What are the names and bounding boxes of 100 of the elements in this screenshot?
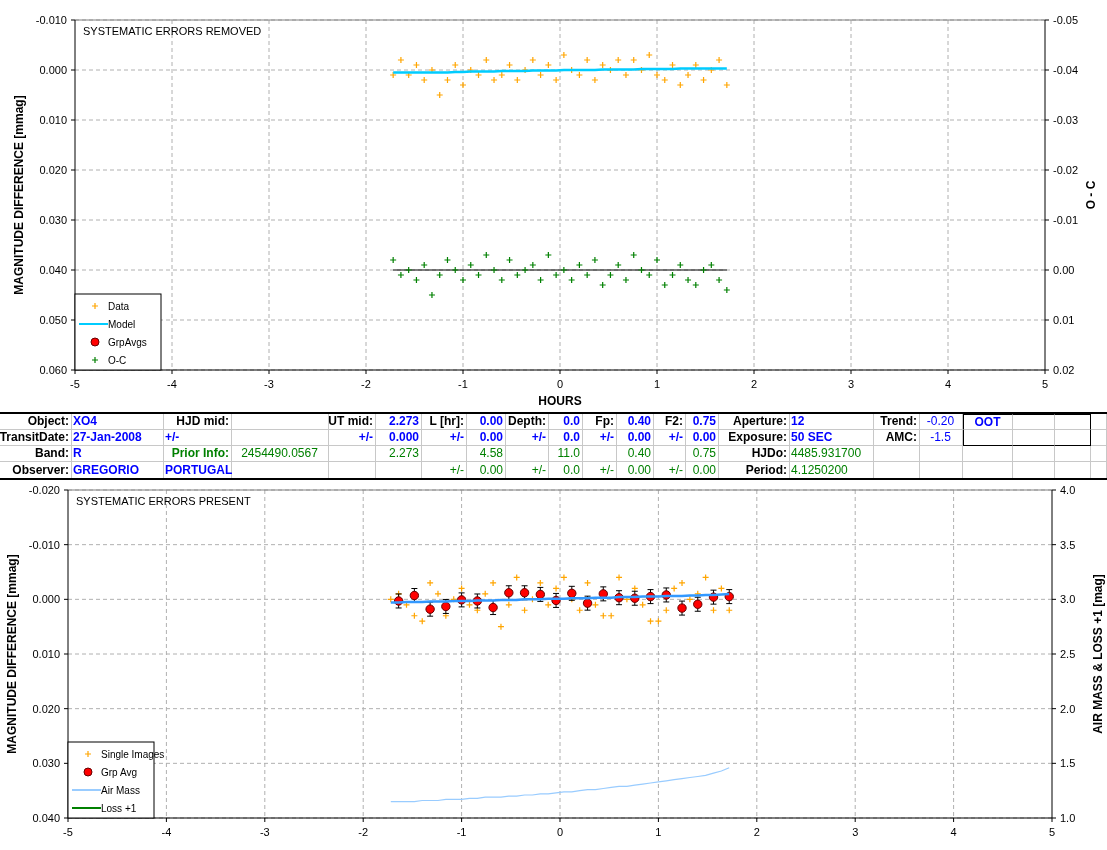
field-value: 4.58 bbox=[467, 446, 506, 462]
tick-label: 1 bbox=[655, 826, 662, 838]
tick-label: -5 bbox=[70, 378, 80, 390]
tick-label: 3.0 bbox=[1060, 593, 1076, 606]
field-value: 0.40 bbox=[617, 446, 654, 462]
field-label: Trend: bbox=[874, 414, 920, 430]
axis-title: MAGNITUDE DIFFERENCE [mmag] bbox=[5, 554, 19, 754]
field-label: F2: bbox=[654, 414, 686, 430]
tick-label: 0.01 bbox=[1053, 314, 1075, 326]
field-value: +/- bbox=[583, 430, 617, 446]
tick-label: 0.010 bbox=[32, 648, 60, 660]
field-label: HJD mid: bbox=[164, 414, 232, 430]
field-value: 0.00 bbox=[467, 414, 506, 430]
chart-title: SYSTEMATIC ERRORS REMOVED bbox=[83, 25, 262, 37]
tick-label: -1 bbox=[458, 378, 468, 390]
axis-title: O - C bbox=[1084, 180, 1098, 210]
tick-label: -0.04 bbox=[1053, 64, 1079, 76]
field-label: L [hr]: bbox=[422, 414, 467, 430]
field-value: -0.20 bbox=[920, 414, 963, 430]
legend-label: Model bbox=[108, 319, 136, 330]
tick-label: -2 bbox=[358, 826, 369, 838]
legend-label: Air Mass bbox=[101, 785, 140, 796]
tick-label: 3 bbox=[847, 378, 855, 390]
field-value: +/- bbox=[164, 430, 232, 446]
tick-label: 0 bbox=[556, 378, 564, 390]
field-value: 0.00 bbox=[467, 462, 506, 478]
field-label: Prior Info: bbox=[164, 446, 232, 462]
tick-label: 0.030 bbox=[39, 214, 67, 226]
field-value: +/- bbox=[506, 430, 549, 446]
field-value: +/- bbox=[422, 430, 467, 446]
tick-label: 3.5 bbox=[1060, 538, 1076, 551]
field-label: Observer: bbox=[0, 462, 72, 478]
field-value: +/- bbox=[329, 430, 376, 446]
tick-label: 0.040 bbox=[39, 264, 67, 276]
field-value: 2454490.0567 bbox=[232, 446, 329, 462]
tick-label: 4 bbox=[944, 378, 952, 390]
tick-label: 0.000 bbox=[32, 593, 60, 606]
tick-label: 4 bbox=[950, 826, 957, 838]
tick-label: -0.010 bbox=[28, 538, 60, 551]
tick-label: 2 bbox=[753, 826, 760, 838]
tick-label: -3 bbox=[264, 378, 274, 390]
field-value: 4485.931700 bbox=[790, 446, 874, 462]
field-value: PORTUGAL bbox=[164, 462, 232, 478]
tick-label: 2.0 bbox=[1060, 702, 1076, 715]
field-value: +/- bbox=[654, 430, 686, 446]
field-value: 0.00 bbox=[617, 430, 654, 446]
field-value: XO4 bbox=[72, 414, 164, 430]
tick-label: 4.0 bbox=[1060, 484, 1076, 496]
tick-label: -0.010 bbox=[35, 14, 67, 26]
legend-label: O-C bbox=[108, 355, 127, 366]
tick-label: 0.000 bbox=[39, 64, 67, 76]
field-value: 0.00 bbox=[617, 462, 654, 478]
tick-label: 0.050 bbox=[39, 314, 67, 326]
chart-title: SYSTEMATIC ERRORS PRESENT bbox=[76, 495, 251, 507]
field-label: TransitDate: bbox=[0, 430, 72, 446]
legend-label: GrpAvgs bbox=[108, 337, 147, 348]
tick-label: -2 bbox=[361, 378, 371, 390]
tick-label: 0.00 bbox=[1053, 264, 1075, 276]
field-value: 2.273 bbox=[376, 414, 422, 430]
tick-label: -0.02 bbox=[1053, 164, 1079, 176]
tick-label: 1.0 bbox=[1060, 812, 1076, 824]
legend-label: Single Images bbox=[101, 749, 165, 760]
tick-label: -0.01 bbox=[1053, 214, 1079, 226]
field-label: Depth: bbox=[506, 414, 549, 430]
field-value: -1.5 bbox=[920, 430, 963, 446]
field-label: Object: bbox=[0, 414, 72, 430]
field-value: OOT bbox=[963, 414, 1013, 430]
field-value: 0.0 bbox=[549, 462, 583, 478]
legend-label: Grp Avg bbox=[101, 767, 137, 778]
tick-label: 5 bbox=[1048, 826, 1056, 838]
tick-label: -1 bbox=[456, 826, 467, 838]
field-label: Period: bbox=[719, 462, 790, 478]
field-value: +/- bbox=[583, 462, 617, 478]
tick-label: -4 bbox=[167, 378, 177, 390]
axis-title: HOURS bbox=[538, 394, 582, 408]
field-value: 0.000 bbox=[376, 430, 422, 446]
tick-label: 0.030 bbox=[32, 757, 60, 770]
tick-label: 0.020 bbox=[39, 164, 67, 176]
field-value: 0.75 bbox=[686, 446, 719, 462]
field-value: 12 bbox=[790, 414, 874, 430]
tick-label: 2.5 bbox=[1060, 648, 1076, 660]
legend-label: Loss +1 bbox=[101, 803, 137, 814]
legend-label: Data bbox=[108, 301, 130, 312]
field-value: 2.273 bbox=[376, 446, 422, 462]
tick-label: 0.020 bbox=[32, 702, 60, 715]
tick-label: -0.05 bbox=[1053, 14, 1079, 26]
field-value: 27-Jan-2008 bbox=[72, 430, 164, 446]
field-label: AMC: bbox=[874, 430, 920, 446]
field-label: UT mid: bbox=[329, 414, 376, 430]
field-value: 0.00 bbox=[686, 462, 719, 478]
tick-label: 1 bbox=[653, 378, 661, 390]
field-label: Fp: bbox=[583, 414, 617, 430]
field-label: HJDo: bbox=[719, 446, 790, 462]
field-value: 4.1250200 bbox=[790, 462, 874, 478]
tick-label: 2 bbox=[750, 378, 758, 390]
tick-label: 0.040 bbox=[32, 812, 60, 824]
field-value: R bbox=[72, 446, 164, 462]
field-value: +/- bbox=[422, 462, 467, 478]
tick-label: -3 bbox=[259, 826, 270, 838]
field-label: Exposure: bbox=[719, 430, 790, 446]
